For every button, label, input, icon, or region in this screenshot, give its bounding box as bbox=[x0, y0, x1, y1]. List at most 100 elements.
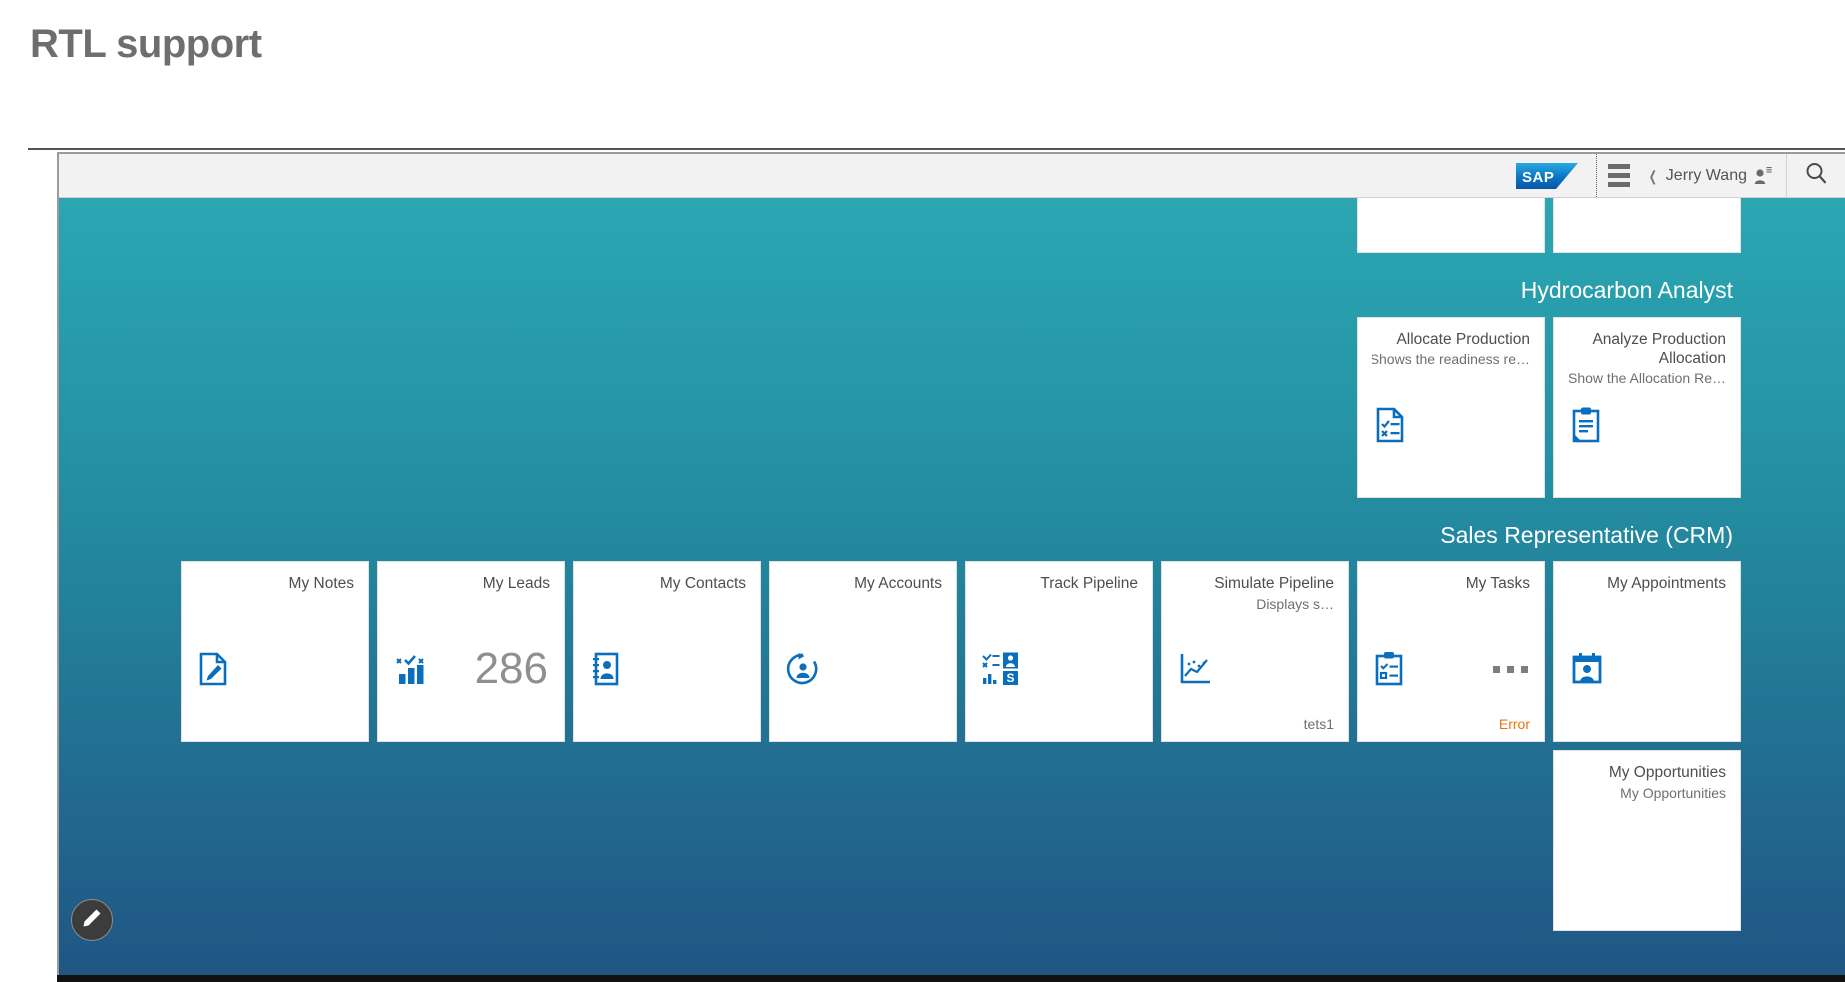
svg-text:S: S bbox=[1006, 671, 1014, 685]
hamburger-menu-icon-bar3 bbox=[1608, 182, 1631, 187]
user-name-label: Jerry Wang bbox=[1665, 166, 1747, 184]
tile-header: My Appointments bbox=[1554, 562, 1740, 593]
tile-body bbox=[1162, 641, 1348, 697]
checklist-document-icon bbox=[1374, 407, 1406, 443]
tile-group-sales-representative-crm: (Sales Representative (CRM My Appointmen… bbox=[59, 508, 1837, 940]
tile-my-accounts[interactable]: My Accounts bbox=[769, 561, 957, 743]
tile-my-tasks[interactable]: My Tasks Error bbox=[1357, 561, 1545, 743]
pencil-icon bbox=[81, 907, 103, 934]
loading-dot bbox=[1507, 665, 1514, 673]
tile-body bbox=[182, 641, 368, 697]
tile-header: Allocate Production …Shows the readiness… bbox=[1358, 318, 1544, 369]
tile-body bbox=[1358, 198, 1544, 208]
hamburger-menu-icon-bar2 bbox=[1608, 173, 1631, 178]
tile-group-hydrocarbon-analyst: Hydrocarbon Analyst Analyze Production A… bbox=[59, 263, 1837, 506]
svg-text:SAP: SAP bbox=[1522, 169, 1554, 186]
tile-my-notes[interactable]: My Notes bbox=[181, 561, 369, 743]
tile-footer-label: tets1 bbox=[1303, 716, 1334, 733]
tile-title: My Leads bbox=[482, 575, 550, 593]
tile-simulate-pipeline[interactable]: Simulate Pipeline …Displays s tets1 bbox=[1161, 561, 1349, 743]
tile-row: Analyze Production Allocation …Show the … bbox=[59, 316, 1837, 506]
tile-header: Analyze Production Allocation …Show the … bbox=[1554, 318, 1740, 388]
edit-launchpad-button[interactable] bbox=[71, 899, 113, 941]
tile-body bbox=[1554, 198, 1740, 208]
bar-chart-check-icon bbox=[394, 652, 430, 686]
hamburger-menu-button[interactable] bbox=[1596, 154, 1637, 197]
tile-title: My Tasks bbox=[1465, 575, 1530, 593]
note-pencil-icon bbox=[198, 652, 228, 686]
tile-group-clipped bbox=[59, 198, 1837, 261]
tile-header: My Accounts bbox=[770, 562, 956, 593]
tile-header: Simulate Pipeline …Displays s bbox=[1162, 562, 1348, 613]
window-bottom-bar bbox=[57, 975, 1845, 982]
tile-body bbox=[574, 641, 760, 697]
tile-subtitle: …Displays s bbox=[1256, 595, 1334, 612]
tile-title: Track Pipeline bbox=[1040, 575, 1138, 593]
sap-logo[interactable]: SAP bbox=[1516, 162, 1579, 189]
search-icon bbox=[1804, 161, 1828, 190]
tile-header: My Opportunities My Opportunities bbox=[1554, 751, 1740, 802]
tile-header: My Leads bbox=[378, 562, 564, 593]
tile-body: 286 bbox=[378, 641, 564, 697]
tile-body bbox=[1358, 641, 1544, 697]
tile-row: My Appointments My Tasks Error Simulate … bbox=[59, 561, 1837, 750]
tile-groups-container: Hydrocarbon Analyst Analyze Production A… bbox=[59, 198, 1845, 941]
shell-bar-left-area: ❮ Jerry Wang bbox=[1637, 154, 1845, 197]
loading-dots-indicator bbox=[1493, 665, 1528, 673]
tile-row: My Opportunities My Opportunities bbox=[59, 750, 1837, 939]
tile-status-error: Error bbox=[1498, 716, 1530, 733]
chevron-left-icon: ❮ bbox=[1648, 167, 1658, 184]
tile-group-title: (Sales Representative (CRM bbox=[1440, 521, 1733, 548]
clipboard-text-icon bbox=[1570, 407, 1602, 443]
tile-title: Simulate Pipeline bbox=[1214, 575, 1334, 593]
tile-body bbox=[770, 641, 956, 697]
user-menu-button[interactable]: ❮ Jerry Wang bbox=[1637, 154, 1787, 197]
search-button[interactable] bbox=[1787, 154, 1845, 197]
tile-subtitle: …Show the Allocation Re bbox=[1568, 370, 1726, 387]
tile-clipped-sun[interactable] bbox=[1357, 198, 1545, 253]
loading-dot bbox=[1493, 665, 1500, 673]
tile-analyze-production-allocation[interactable]: Analyze Production Allocation …Show the … bbox=[1553, 316, 1741, 498]
tile-body bbox=[1554, 641, 1740, 697]
pipeline-grid-icon: S bbox=[982, 652, 1020, 686]
tile-my-contacts[interactable]: My Contacts bbox=[573, 561, 761, 743]
tile-my-appointments[interactable]: My Appointments bbox=[1553, 561, 1741, 743]
tile-row bbox=[59, 198, 1837, 261]
tile-kpi-number: 286 bbox=[474, 644, 548, 694]
tile-group-title: Hydrocarbon Analyst bbox=[1520, 277, 1733, 303]
tile-my-leads[interactable]: My Leads 286 bbox=[377, 561, 565, 743]
user-menu-icon bbox=[1754, 166, 1772, 185]
hamburger-menu-icon bbox=[1608, 164, 1631, 169]
tile-subtitle: My Opportunities bbox=[1620, 784, 1726, 801]
tile-header: My Notes bbox=[182, 562, 368, 593]
tile-body bbox=[1358, 397, 1544, 453]
tile-title: My Contacts bbox=[659, 575, 746, 593]
tile-title: Analyze Production Allocation bbox=[1592, 330, 1726, 367]
task-clipboard-icon bbox=[1374, 651, 1404, 687]
launchpad-canvas: Hydrocarbon Analyst Analyze Production A… bbox=[59, 198, 1845, 975]
heading-divider bbox=[28, 148, 1845, 150]
loading-dot bbox=[1521, 665, 1528, 673]
tile-clipped-gauge[interactable] bbox=[1553, 198, 1741, 253]
tile-title: My Notes bbox=[288, 575, 354, 593]
calendar-person-icon bbox=[1570, 652, 1604, 686]
launchpad-app-frame: ❮ Jerry Wang SAP Hydrocarbon Analyst Ana… bbox=[57, 152, 1845, 977]
tile-title: My Appointments bbox=[1607, 575, 1726, 593]
tile-header: Track Pipeline bbox=[966, 562, 1152, 593]
account-refresh-icon bbox=[786, 652, 820, 686]
shell-bar: ❮ Jerry Wang SAP bbox=[59, 154, 1845, 198]
shell-bar-right-area: SAP bbox=[1516, 154, 1637, 197]
tile-my-opportunities[interactable]: My Opportunities My Opportunities bbox=[1553, 750, 1741, 932]
tile-track-pipeline[interactable]: Track Pipeline S bbox=[965, 561, 1153, 743]
tile-body: S bbox=[966, 641, 1152, 697]
page-title: RTL support bbox=[30, 22, 262, 66]
tile-allocate-production[interactable]: Allocate Production …Shows the readiness… bbox=[1357, 316, 1545, 498]
tile-header: My Tasks bbox=[1358, 562, 1544, 593]
tile-header: My Contacts bbox=[574, 562, 760, 593]
tile-title: My Accounts bbox=[854, 575, 942, 593]
tile-title: My Opportunities bbox=[1608, 764, 1726, 782]
tile-subtitle: …Shows the readiness re bbox=[1372, 350, 1530, 367]
address-book-icon bbox=[590, 652, 622, 686]
tile-title: Allocate Production bbox=[1396, 330, 1530, 348]
tile-body bbox=[1554, 397, 1740, 453]
